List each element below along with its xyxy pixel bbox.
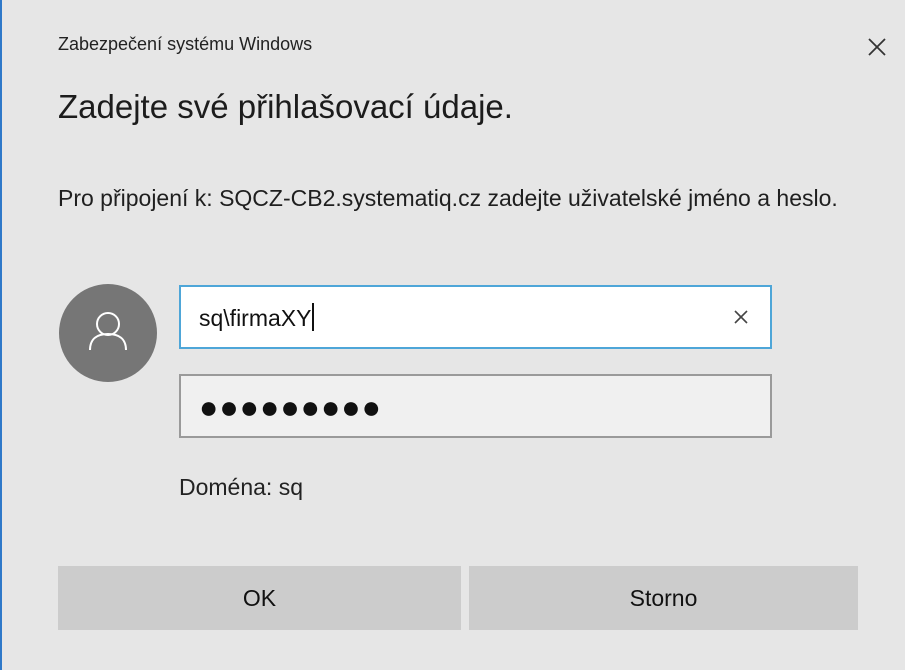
username-input[interactable]: sq\firmaXY: [179, 285, 772, 349]
close-icon: [868, 38, 886, 56]
domain-label: Doména: sq: [179, 474, 304, 500]
dialog-description: Pro připojení k: SQCZ-CB2.systematiq.cz …: [58, 185, 838, 211]
cancel-button-label: Storno: [629, 584, 698, 611]
ok-button[interactable]: OK: [58, 566, 461, 630]
close-button[interactable]: [862, 32, 892, 62]
cancel-button[interactable]: Storno: [469, 566, 858, 630]
window-title: Zabezpečení systému Windows: [58, 34, 313, 54]
username-value: sq\firmaXY: [199, 305, 312, 331]
avatar: [59, 284, 157, 382]
ok-button-label: OK: [242, 584, 277, 611]
user-icon: [89, 312, 127, 351]
password-value: ●●●●●●●●●: [199, 389, 382, 425]
credentials-dialog: Zabezpečení systému Windows Zadejte své …: [0, 0, 905, 670]
dialog-heading: Zadejte své přihlašovací údaje.: [58, 88, 513, 125]
text-caret: [312, 303, 315, 331]
clear-icon: [734, 310, 748, 324]
clear-username-button[interactable]: [729, 305, 753, 329]
password-input[interactable]: ●●●●●●●●●: [179, 374, 772, 438]
